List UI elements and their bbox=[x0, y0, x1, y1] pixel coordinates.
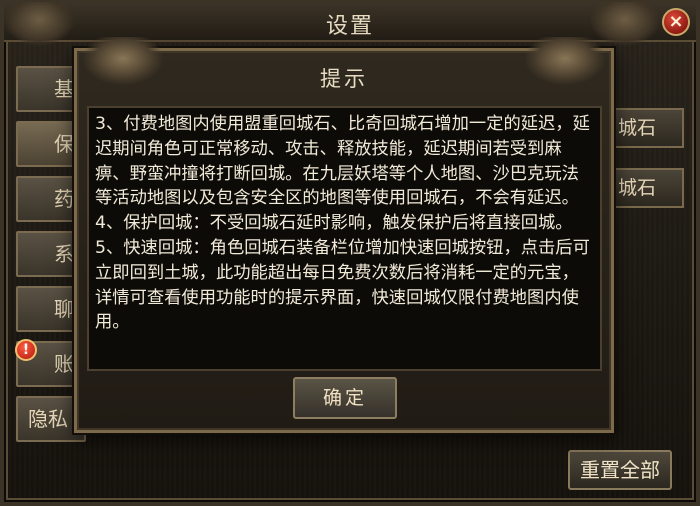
tip-paragraph-5: 5、快速回城：角色回城石装备栏位增加快速回城按钮，点击后可立即回到土城，此功能超… bbox=[95, 237, 590, 333]
side-button-1[interactable]: 城石 bbox=[612, 108, 684, 148]
dialog-content: 3、付费地图内使用盟重回城石、比奇回城石增加一定的延迟，延迟期间角色可正常移动、… bbox=[87, 106, 602, 371]
tip-dialog: 提示 3、付费地图内使用盟重回城石、比奇回城石增加一定的延迟，延迟期间角色可正常… bbox=[74, 37, 614, 433]
alert-icon: ! bbox=[15, 339, 37, 361]
tip-paragraph-4: 4、保护回城：不受回城石延时影响，触发保护后将直接回城。 bbox=[95, 213, 573, 234]
confirm-button[interactable]: 确定 bbox=[293, 377, 397, 419]
tip-paragraph-3: 3、付费地图内使用盟重回城石、比奇回城石增加一定的延迟，延迟期间角色可正常移动、… bbox=[95, 114, 590, 209]
close-icon[interactable]: × bbox=[662, 8, 690, 36]
reset-all-button[interactable]: 重置全部 bbox=[568, 450, 672, 490]
dialog-title: 提示 bbox=[320, 67, 368, 91]
side-button-2[interactable]: 城石 bbox=[612, 168, 684, 208]
window-title: 设置 bbox=[325, 14, 374, 39]
